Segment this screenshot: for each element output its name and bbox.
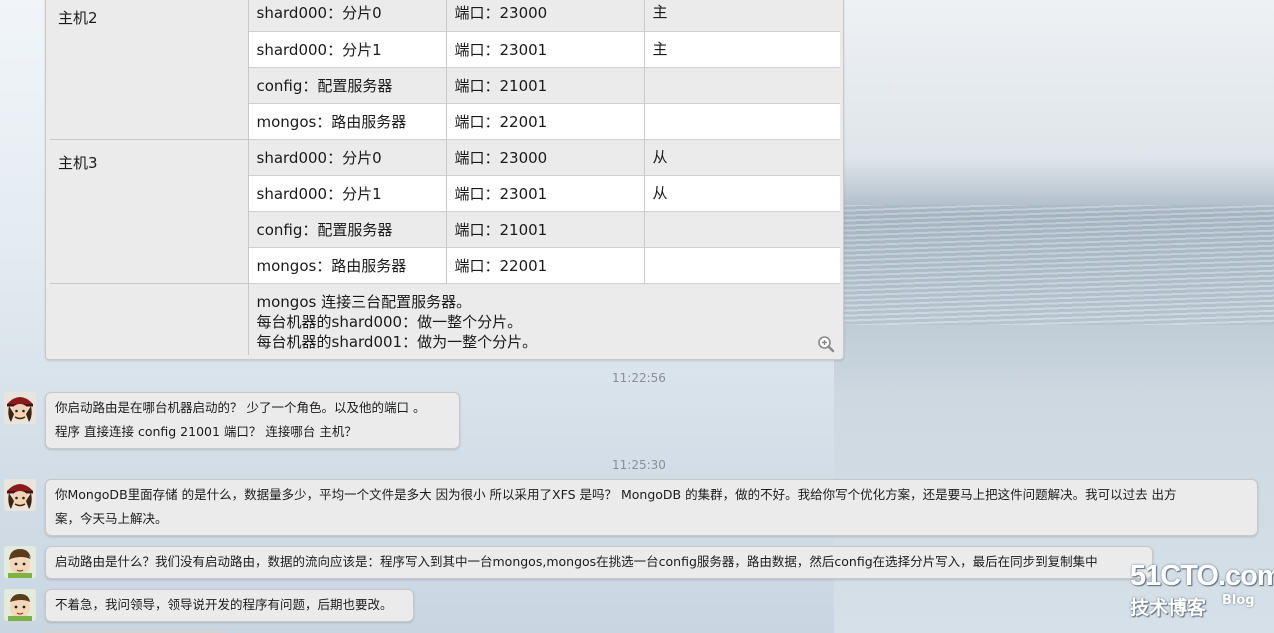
config-table: 主机2 shard000：分片0 端口：23000 主 shard000：分片1…	[50, 0, 840, 355]
port-cell: 端口：22001	[446, 103, 645, 140]
service-cell: mongos：路由服务器	[248, 103, 447, 140]
boy-avatar[interactable]	[4, 589, 36, 621]
boy-avatar[interactable]	[4, 546, 36, 578]
service-cell: shard000：分片0	[248, 139, 447, 176]
message-line: 案，今天马上解决。	[55, 511, 168, 526]
watermark-site: 51CTO.com	[1130, 560, 1274, 592]
role-cell	[644, 67, 840, 104]
pirate-avatar[interactable]	[4, 392, 36, 424]
role-cell	[644, 247, 840, 284]
role-cell: 从	[644, 139, 840, 176]
service-cell: config：配置服务器	[248, 67, 447, 104]
port-cell: 端口：21001	[446, 211, 645, 248]
chat-message: 启动路由是什么？我们没有启动路由，数据的流向应该是：程序写入到其中一台mongo…	[45, 546, 1153, 579]
desktop-background	[834, 0, 1274, 633]
port-cell: 端口：23000	[446, 0, 645, 32]
chat-message: 你启动路由是在哪台机器启动的？ 少了一个角色。以及他的端口 。 程序 直接连接 …	[45, 392, 460, 449]
note-line: 每台机器的shard000：做一整个分片。	[256, 312, 523, 331]
role-cell	[644, 211, 840, 248]
zoom-in-icon[interactable]	[817, 335, 835, 353]
watermark-tagline: 技术博客	[1130, 597, 1207, 619]
note-line: mongos 连接三台配置服务器。	[256, 292, 472, 311]
role-cell: 主	[644, 0, 840, 32]
role-cell: 从	[644, 175, 840, 212]
table-row: 主机3 shard000：分片0 端口：23000 从	[50, 139, 840, 284]
port-cell: 端口：23001	[446, 31, 645, 68]
watermark-blog: Blog	[1222, 593, 1255, 608]
service-cell: mongos：路由服务器	[248, 247, 447, 284]
port-cell: 端口：21001	[446, 67, 645, 104]
note-cell: mongos 连接三台配置服务器。 每台机器的shard000：做一整个分片。 …	[248, 283, 840, 355]
note-line: 每台机器的shard001：做为一整个分片。	[256, 332, 538, 351]
table-row: 主机2 shard000：分片0 端口：23000 主	[50, 0, 840, 140]
message-line: 你启动路由是在哪台机器启动的？ 少了一个角色。以及他的端口 。	[55, 400, 426, 415]
message-line: 程序 直接连接 config 21001 端口？ 连接哪台 主机？	[55, 424, 357, 439]
chat-message: 你MongoDB里面存储 的是什么，数据量多少，平均一个文件是多大 因为很小 所…	[45, 479, 1258, 536]
message-line: 你MongoDB里面存储 的是什么，数据量多少，平均一个文件是多大 因为很小 所…	[55, 487, 1177, 502]
service-cell: shard000：分片0	[248, 0, 447, 32]
port-cell: 端口：23000	[446, 139, 645, 176]
pirate-avatar[interactable]	[4, 479, 36, 511]
message-timestamp: 11:22:56	[612, 371, 666, 385]
chat-message: 不着急，我问领导，领导说开发的程序有问题，后期也要改。	[45, 589, 414, 622]
host-cell: 主机2	[50, 0, 249, 140]
table-note-row: mongos 连接三台配置服务器。 每台机器的shard000：做一整个分片。 …	[50, 283, 840, 355]
service-cell: shard000：分片1	[248, 31, 447, 68]
next-message-edge	[45, 628, 225, 633]
message-line: 不着急，我问领导，领导说开发的程序有问题，后期也要改。	[55, 597, 393, 612]
service-cell: shard000：分片1	[248, 175, 447, 212]
port-cell: 端口：22001	[446, 247, 645, 284]
site-watermark: 51CTO.com 技术博客 Blog	[1128, 560, 1274, 620]
note-empty-cell	[50, 283, 249, 355]
config-table-card: 主机2 shard000：分片0 端口：23000 主 shard000：分片1…	[45, 0, 844, 360]
host-cell: 主机3	[50, 139, 249, 284]
message-line: 启动路由是什么？我们没有启动路由，数据的流向应该是：程序写入到其中一台mongo…	[55, 554, 1098, 569]
message-timestamp: 11:25:30	[612, 458, 666, 472]
service-cell: config：配置服务器	[248, 211, 447, 248]
role-cell	[644, 103, 840, 140]
port-cell: 端口：23001	[446, 175, 645, 212]
role-cell: 主	[644, 31, 840, 68]
